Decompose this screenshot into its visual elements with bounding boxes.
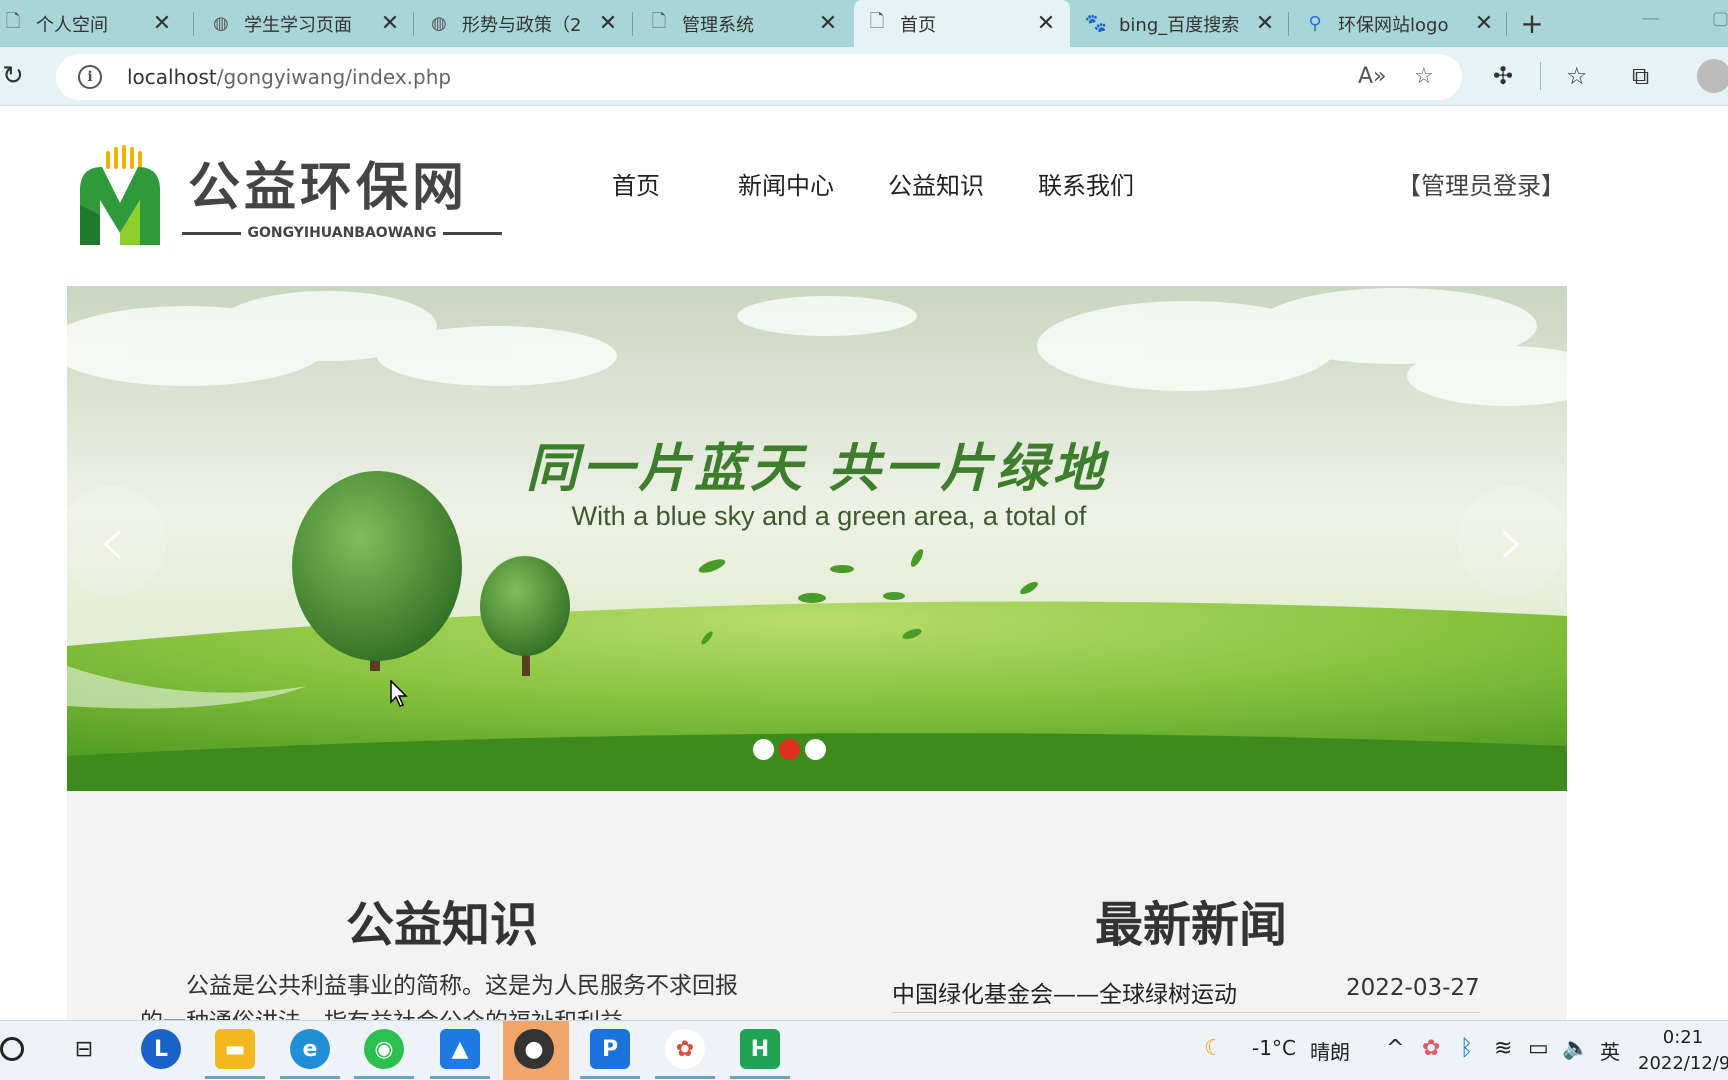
page-icon: 🗋 [651,10,667,32]
url-host: localhost [127,65,217,89]
volume-icon[interactable]: 🔈 [1562,1036,1589,1061]
browser-app-icon[interactable]: ✿ [665,1029,705,1069]
search-icon[interactable] [0,1037,24,1061]
chevron-up-icon[interactable]: ^ [1386,1036,1404,1061]
knowledge-heading: 公益知识 [346,897,539,953]
url-text[interactable]: localhost/gongyiwang/index.php [127,65,451,89]
photos-app-icon[interactable]: ▲ [440,1029,480,1069]
system-clock[interactable]: 0:21 2022/12/9 [1638,1025,1728,1077]
tab-title: 学生学习页面 [244,14,352,36]
logo-emblem-icon [80,145,160,245]
tab-title: 形势与政策（2 [462,14,582,36]
site-info-icon[interactable]: i [78,65,102,89]
wechat-icon[interactable]: ◉ [364,1029,404,1069]
carousel-dot-3[interactable] [805,739,826,760]
site-logo[interactable]: 公益环保网 GONGYIHUANBAOWANG [70,145,510,250]
extensions-icon[interactable]: ✣ [1493,62,1513,90]
page-icon: 🗋 [869,10,885,32]
app-tray-icon[interactable]: ✿ [1422,1036,1440,1061]
new-tab-button[interactable]: + [1514,0,1550,47]
knowledge-text: 公益是公共利益事业的简称。这是为人民服务不求回报的一种通俗讲法，指有益社会公众的… [140,973,738,1020]
hbuilder-icon[interactable]: H [740,1029,780,1069]
tab-personal-space[interactable]: 🗋 个人空间 ✕ [0,0,186,47]
p-app-icon[interactable]: P [590,1029,630,1069]
close-icon[interactable]: ✕ [596,11,620,36]
logo-subtitle-text: GONGYIHUANBAOWANG [247,225,437,241]
close-icon[interactable]: ✕ [1034,11,1058,36]
mouse-cursor-icon [390,680,408,707]
close-icon[interactable]: ✕ [378,11,402,36]
news-item-date: 2022-03-27 [1346,975,1480,1001]
close-icon[interactable]: ✕ [1253,11,1277,36]
minimize-icon[interactable]: — [1642,8,1660,29]
carousel-dot-2[interactable] [779,739,800,760]
tab-home[interactable]: 🗋 首页 ✕ [854,0,1070,47]
add-favorite-icon[interactable]: ☆ [1414,64,1434,89]
globe-icon: ◍ [213,13,229,34]
task-view-icon[interactable]: ⊟ [64,1029,104,1069]
tab-management-system[interactable]: 🗋 管理系统 ✕ [636,0,852,47]
clock-date: 2022/12/9 [1638,1053,1728,1074]
carousel-next-arrow[interactable]: › [1457,486,1567,596]
bluetooth-icon[interactable]: ᛒ [1460,1036,1473,1061]
news-heading: 最新新闻 [1095,897,1288,953]
os-taskbar: ⊟ L ▬ e ◉ ▲ ● P ✿ H ☾ -1°C 晴朗 ^ ✿ ᛒ ≋ ▭ … [0,1020,1728,1080]
banner-title: 同一片蓝天 共一片绿地 [525,438,1109,499]
carousel-dot-1[interactable] [753,739,774,760]
banner-carousel[interactable]: 同一片蓝天 共一片绿地 With a blue sky and a green … [67,286,1567,791]
search-icon: ⚲ [1308,13,1322,34]
tab-title: 首页 [900,14,936,36]
favorites-icon[interactable]: ☆ [1566,62,1588,90]
browser-toolbar: ↻ i localhost/gongyiwang/index.php A» ☆ [0,47,1728,106]
page-icon: 🗋 [5,10,21,32]
logo-subtitle: GONGYIHUANBAOWANG [182,225,503,241]
wifi-icon[interactable]: ≋ [1494,1036,1512,1061]
logo-title: 公益环保网 [188,158,469,218]
browser-tab-strip: 🗋 个人空间 ✕ ◍ 学生学习页面 ✕ ◍ 形势与政策（2 ✕ 🗋 管理系统 ✕… [0,0,1728,47]
read-aloud-icon[interactable]: A» [1358,64,1387,89]
tab-study-page[interactable]: ◍ 学生学习页面 ✕ [198,0,414,47]
battery-icon[interactable]: ▭ [1528,1036,1549,1061]
ime-indicator[interactable]: 英 [1600,1036,1620,1065]
carousel-indicators [753,739,826,760]
tab-title: bing_百度搜索 [1119,14,1240,36]
banner-image [67,286,1567,791]
tab-policy[interactable]: ◍ 形势与政策（2 ✕ [416,0,632,47]
admin-login-link[interactable]: 【管理员登录】 [1397,166,1565,201]
tab-eco-logo[interactable]: ⚲ 环保网站logo ✕ [1292,0,1508,47]
nav-news-center[interactable]: 新闻中心 [738,166,834,201]
banner-subtitle: With a blue sky and a green area, a tota… [571,501,1087,531]
news-divider [892,1012,1480,1013]
app-avatar-icon[interactable]: ● [514,1029,554,1069]
security-app-icon[interactable]: L [141,1029,181,1069]
tab-bing-baidu[interactable]: 🐾 bing_百度搜索 ✕ [1073,0,1289,47]
nav-contact-us[interactable]: 联系我们 [1038,166,1134,201]
close-icon[interactable]: ✕ [816,11,840,36]
weather-moon-icon[interactable]: ☾ [1204,1036,1224,1061]
reload-icon[interactable]: ↻ [2,61,24,91]
tab-title: 环保网站logo [1338,14,1449,36]
close-icon[interactable]: ✕ [150,11,174,36]
profile-avatar[interactable] [1697,59,1728,93]
close-icon[interactable]: ✕ [1472,11,1496,36]
weather-desc[interactable]: 晴朗 [1310,1036,1350,1065]
globe-icon: ◍ [431,13,447,34]
edge-browser-icon[interactable]: e [290,1029,330,1069]
file-explorer-icon[interactable]: ▬ [215,1029,255,1069]
url-path: /gongyiwang/index.php [216,65,452,89]
clock-time: 0:21 [1662,1027,1704,1048]
nav-knowledge[interactable]: 公益知识 [888,166,984,201]
address-bar[interactable]: i localhost/gongyiwang/index.php A» ☆ [56,54,1462,100]
collections-icon[interactable]: ⧉ [1632,62,1649,90]
tab-title: 管理系统 [682,14,754,36]
tab-title: 个人空间 [36,14,108,36]
maximize-icon[interactable]: ▢ [1712,8,1728,29]
nav-home[interactable]: 首页 [612,166,660,201]
news-item-title[interactable]: 中国绿化基金会——全球绿树运动 [892,975,1237,1009]
baidu-icon: 🐾 [1084,13,1108,34]
weather-temp[interactable]: -1°C [1252,1036,1296,1060]
